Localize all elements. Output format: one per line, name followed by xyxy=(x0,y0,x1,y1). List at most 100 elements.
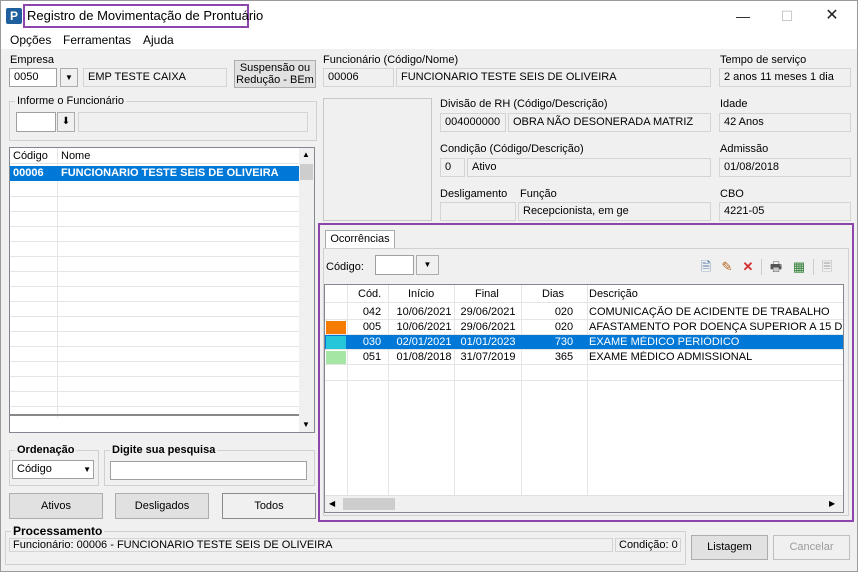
codigo-dropdown-button[interactable]: ▼ xyxy=(416,255,439,275)
table-row[interactable]: 030 02/01/2021 01/01/2023 730 EXAME MÉDICO P… xyxy=(325,335,843,350)
table-row[interactable]: 042 10/06/2021 29/06/2021 020 COMUNICAÇÃO DE… xyxy=(325,305,843,320)
ordenacao-label: Ordenação xyxy=(15,444,77,456)
empresa-label: Empresa xyxy=(10,54,55,66)
cell-final: 01/01/2023 xyxy=(460,336,516,348)
condicao-code-field: 0 xyxy=(440,158,465,177)
desligamento-field xyxy=(440,202,516,221)
table-row[interactable]: 051 01/08/2018 31/07/2019 365 EXAME MÉDICO A… xyxy=(325,350,843,365)
employee-list-header: Código Nome xyxy=(10,148,299,164)
maximize-icon[interactable]: ☐ xyxy=(772,6,802,26)
cell-desc: AFASTAMENTO POR DOENÇA SUPERIOR A 15 DIA… xyxy=(589,321,843,333)
tab-ocorrencias[interactable]: Ocorrências xyxy=(325,230,395,249)
minimize-icon[interactable]: — xyxy=(728,6,758,26)
report-preview-icon[interactable]: 🗏 xyxy=(819,259,835,275)
codigo-label: Código: xyxy=(326,261,364,273)
desligados-button[interactable]: Desligados xyxy=(115,493,209,519)
admissao-field: 01/08/2018 xyxy=(719,158,851,177)
menu-ajuda[interactable]: Ajuda xyxy=(143,33,174,47)
funcao-field: Recepcionista, em ge xyxy=(518,202,711,221)
pesquisa-input[interactable] xyxy=(110,461,307,480)
cell-dias: 730 xyxy=(554,336,574,348)
main-window: P Registro de Movimentação de Prontuário… xyxy=(0,0,858,572)
column-header-nome[interactable]: Nome xyxy=(61,150,90,162)
down-arrow-icon: ⬇ xyxy=(61,116,71,127)
divisao-desc-field: OBRA NÃO DESONERADA MATRIZ xyxy=(508,113,711,132)
print-icon[interactable]: 🖶 xyxy=(768,259,784,275)
pesquisa-label: Digite sua pesquisa xyxy=(110,444,218,456)
status-color-swatch xyxy=(326,351,346,364)
cancelar-button[interactable]: Cancelar xyxy=(773,535,850,560)
column-header-descricao[interactable]: Descrição xyxy=(589,288,638,300)
cell-inicio: 02/01/2021 xyxy=(396,336,452,348)
app-icon: P xyxy=(6,8,22,24)
h-scroll-thumb[interactable] xyxy=(343,498,395,510)
cell-cod: 051 xyxy=(362,351,382,363)
status-color-swatch xyxy=(326,336,346,349)
scroll-left-icon[interactable]: ◀ xyxy=(329,499,335,508)
excel-export-icon[interactable]: ▦ xyxy=(791,259,807,275)
new-document-icon[interactable]: 🗎 xyxy=(698,259,714,275)
empresa-name-field: EMP TESTE CAIXA xyxy=(83,68,227,87)
divisao-label: Divisão de RH (Código/Descrição) xyxy=(440,98,608,110)
cell-desc: COMUNICAÇÃO DE ACIDENTE DE TRABALHO xyxy=(589,306,830,318)
empresa-code-field[interactable]: 0050 xyxy=(9,68,57,87)
status-color-swatch xyxy=(326,321,346,334)
close-icon[interactable]: ✕ xyxy=(817,6,847,26)
listagem-button[interactable]: Listagem xyxy=(691,535,768,560)
scroll-thumb[interactable] xyxy=(300,164,313,180)
column-header-codigo[interactable]: Código xyxy=(13,150,48,162)
informe-lookup-button[interactable]: ⬇ xyxy=(57,112,75,132)
employee-code-cell: 00006 xyxy=(13,167,44,179)
informe-label: Informe o Funcionário xyxy=(15,95,126,107)
cell-dias: 020 xyxy=(554,321,574,333)
tempo-servico-label: Tempo de serviço xyxy=(720,54,807,66)
delete-icon[interactable]: ✕ xyxy=(740,259,756,275)
ordenacao-value: Código xyxy=(17,463,52,475)
divisao-code-field: 004000000 xyxy=(440,113,506,132)
suspensao-button[interactable]: Suspensão ou Redução - BEm xyxy=(234,60,316,88)
menu-opcoes[interactable]: Opções xyxy=(10,33,51,47)
condicao-label: Condição (Código/Descrição) xyxy=(440,143,584,155)
cell-desc: EXAME MÉDICO PERIÓDICO xyxy=(589,336,740,348)
todos-button[interactable]: Todos xyxy=(222,493,316,519)
funcao-label: Função xyxy=(520,188,557,200)
edit-pencil-icon[interactable]: ✎ xyxy=(719,259,735,275)
idade-label: Idade xyxy=(720,98,748,110)
condicao-desc-field: Ativo xyxy=(467,158,711,177)
cell-inicio: 10/06/2021 xyxy=(396,321,452,333)
desligamento-label: Desligamento xyxy=(440,188,508,200)
funcionario-name-field: FUNCIONARIO TESTE SEIS DE OLIVEIRA xyxy=(396,68,711,87)
column-header-cod[interactable]: Cód. xyxy=(358,288,381,300)
column-header-inicio[interactable]: Início xyxy=(408,288,434,300)
title-bar: P Registro de Movimentação de Prontuário… xyxy=(1,1,857,31)
tempo-servico-field: 2 anos 11 meses 1 dia xyxy=(719,68,851,87)
cell-desc: EXAME MÉDICO ADMISSIONAL xyxy=(589,351,753,363)
empresa-dropdown-button[interactable]: ▼ xyxy=(60,68,78,87)
column-header-dias[interactable]: Dias xyxy=(542,288,564,300)
scroll-down-icon[interactable]: ▼ xyxy=(302,420,310,429)
chevron-down-icon: ▼ xyxy=(83,465,91,474)
chevron-down-icon: ▼ xyxy=(423,260,432,269)
ocorrencias-grid: Cód. Início Final Dias Descrição 042 10/0… xyxy=(324,284,844,513)
cell-cod: 042 xyxy=(362,306,382,318)
scroll-right-icon[interactable]: ▶ xyxy=(829,499,835,508)
cell-cod: 030 xyxy=(362,336,382,348)
table-row[interactable]: 00006 FUNCIONARIO TESTE SEIS DE OLIVEIRA xyxy=(10,166,299,181)
ordenacao-select[interactable]: Código ▼ xyxy=(12,460,94,479)
ativos-button[interactable]: Ativos xyxy=(9,493,103,519)
chevron-down-icon: ▼ xyxy=(65,73,73,82)
cell-cod: 005 xyxy=(362,321,382,333)
codigo-input[interactable] xyxy=(375,255,414,275)
employee-name-cell: FUNCIONARIO TESTE SEIS DE OLIVEIRA xyxy=(61,167,279,179)
informe-input[interactable] xyxy=(16,112,56,132)
idade-field: 42 Anos xyxy=(719,113,851,132)
column-header-final[interactable]: Final xyxy=(475,288,499,300)
ocorrencias-h-scrollbar[interactable]: ◀ ▶ xyxy=(325,495,843,512)
menu-ferramentas[interactable]: Ferramentas xyxy=(63,33,131,47)
employee-list-scrollbar[interactable]: ▲ ▼ xyxy=(299,148,314,432)
processamento-status: Funcionário: 00006 - FUNCIONARIO TESTE S… xyxy=(9,538,613,552)
cell-final: 29/06/2021 xyxy=(460,306,516,318)
table-row[interactable]: 005 10/06/2021 29/06/2021 020 AFASTAMENTO PO… xyxy=(325,320,843,335)
processamento-condicao: Condição: 0 xyxy=(615,538,681,552)
scroll-up-icon[interactable]: ▲ xyxy=(302,150,310,159)
